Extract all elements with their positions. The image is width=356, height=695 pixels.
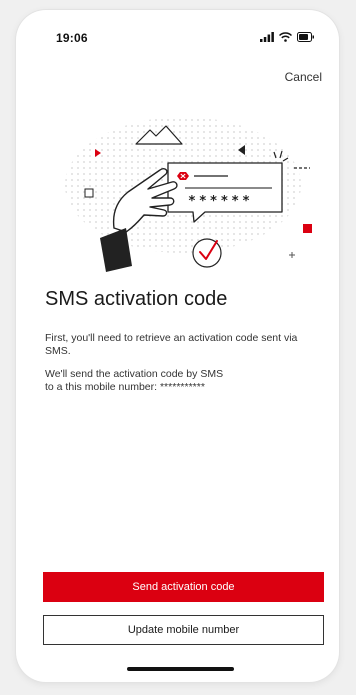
battery-icon — [297, 32, 314, 42]
intro-paragraph: First, you'll need to retrieve an activa… — [45, 332, 298, 357]
home-indicator — [127, 667, 234, 671]
mobile-number-paragraph: We'll send the activation code by SMS to… — [45, 368, 325, 394]
checkmark-icon — [192, 238, 222, 268]
status-time: 19:06 — [56, 31, 88, 45]
status-bar: 19:06 — [16, 10, 339, 50]
wifi-icon — [279, 32, 292, 42]
square-outline-icon — [84, 188, 94, 198]
red-square-icon — [303, 224, 312, 233]
status-icons — [260, 32, 315, 42]
plus-icon — [289, 252, 295, 258]
send-activation-code-button[interactable]: Send activation code — [43, 572, 324, 602]
cancel-link[interactable]: Cancel — [285, 70, 322, 84]
mobile-number-line-1: We'll send the activation code by SMS — [45, 368, 224, 380]
sms-illustration: ****** — [65, 117, 312, 272]
masked-code-text: ****** — [188, 194, 253, 209]
mobile-number-line-2: to a this mobile number: *********** — [45, 381, 205, 393]
signal-icon — [260, 32, 274, 42]
update-mobile-number-button[interactable]: Update mobile number — [43, 615, 324, 645]
page-title: SMS activation code — [45, 288, 228, 310]
phone-screen: 19:06 Cancel ****** SMS activation code … — [16, 10, 339, 682]
